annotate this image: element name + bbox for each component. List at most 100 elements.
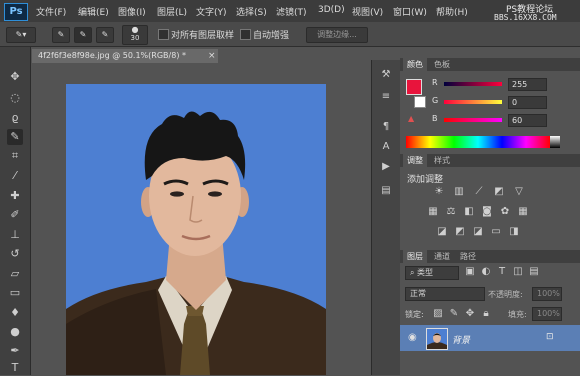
filter-shape-icon[interactable]: ◫: [512, 266, 524, 278]
background-color-swatch[interactable]: [414, 96, 426, 108]
tab-swatches[interactable]: 色板: [430, 58, 454, 71]
layer-thumbnail: [426, 328, 448, 350]
options-bar: ✎▾ ✎ ✎ ✎ ● 30 对所有图层取样 自动增强 调整边缘...: [0, 22, 580, 47]
menu-type[interactable]: 文字(Y): [196, 5, 227, 18]
layer-name[interactable]: 背景: [452, 333, 470, 346]
tools-icon[interactable]: ⚒: [379, 68, 393, 82]
tab-adjustments[interactable]: 调整: [403, 154, 427, 167]
threshold-icon[interactable]: ◪: [472, 226, 484, 238]
grayscale-ramp[interactable]: [550, 136, 560, 148]
gradient-tool-icon[interactable]: ▭: [7, 285, 23, 301]
marquee-tool-icon[interactable]: ◌: [7, 90, 23, 106]
channel-g-label: G: [432, 96, 439, 105]
tool-preset-picker[interactable]: ✎▾: [6, 27, 36, 43]
gradient-map-icon[interactable]: ▭: [490, 226, 502, 238]
tab-paths[interactable]: 路径: [456, 250, 480, 263]
document-canvas[interactable]: [66, 84, 326, 375]
sample-all-layers-checkbox[interactable]: [158, 29, 169, 40]
menu-3d[interactable]: 3D(D): [318, 5, 345, 15]
paragraph-icon[interactable]: ¶: [379, 120, 393, 134]
brush-presets-icon[interactable]: ≡: [379, 90, 393, 104]
menu-layer[interactable]: 图层(L): [157, 5, 187, 18]
auto-enhance-checkbox[interactable]: [240, 29, 251, 40]
menu-image[interactable]: 图像(I): [118, 5, 146, 18]
blur-tool-icon[interactable]: ♦: [7, 305, 23, 321]
b-slider[interactable]: [444, 118, 502, 122]
r-slider[interactable]: [444, 82, 502, 86]
healing-brush-tool-icon[interactable]: ✚: [7, 188, 23, 204]
brightness-contrast-icon[interactable]: ☀: [433, 186, 445, 198]
filter-type-icon[interactable]: T: [496, 266, 508, 278]
play-action-icon[interactable]: ▶: [379, 160, 393, 174]
subtract-selection-icon[interactable]: ✎: [96, 27, 114, 43]
tab-channels[interactable]: 通道: [430, 250, 454, 263]
add-selection-icon[interactable]: ✎: [74, 27, 92, 43]
hue-saturation-icon[interactable]: ▦: [427, 206, 439, 218]
lasso-tool-icon[interactable]: ϱ: [7, 110, 23, 126]
lock-all-icon[interactable]: 🔒︎: [480, 308, 492, 320]
vibrance-icon[interactable]: ▽: [513, 186, 525, 198]
g-value-field[interactable]: 0: [508, 96, 547, 109]
filter-adjustment-icon[interactable]: ◐: [480, 266, 492, 278]
eraser-tool-icon[interactable]: ▱: [7, 266, 23, 282]
photo-filter-icon[interactable]: ◙: [481, 206, 493, 218]
lock-position-icon[interactable]: ✥: [464, 308, 476, 320]
menu-window[interactable]: 窗口(W): [393, 5, 427, 18]
opacity-field[interactable]: 100%: [532, 287, 562, 301]
layer-comps-icon[interactable]: ▤: [379, 184, 393, 198]
menu-file[interactable]: 文件(F): [36, 5, 66, 18]
collapsed-panel-strip: ⚒ ≡ ¶ A ▶ ▤: [371, 60, 401, 375]
refine-edge-button[interactable]: 调整边缘...: [306, 27, 368, 43]
tab-layers[interactable]: 图层: [403, 250, 427, 263]
menu-select[interactable]: 选择(S): [236, 5, 267, 18]
brush-dot-icon: ●: [131, 25, 139, 34]
g-slider[interactable]: [444, 100, 502, 104]
levels-icon[interactable]: ▥: [453, 186, 465, 198]
move-tool-icon[interactable]: ✥: [7, 69, 23, 85]
tab-color[interactable]: 颜色: [403, 58, 427, 71]
layer-row-background[interactable]: ◉ 背景 ⊡: [400, 325, 580, 351]
curves-icon[interactable]: ⟋: [473, 186, 485, 198]
document-tab[interactable]: 4f2f6f3e8f98e.jpg @ 50.1%(RGB/8) *: [32, 49, 218, 63]
b-value-field[interactable]: 60: [508, 114, 547, 127]
menu-edit[interactable]: 编辑(E): [78, 5, 109, 18]
menu-filter[interactable]: 滤镜(T): [276, 5, 307, 18]
r-value-field[interactable]: 255: [508, 78, 547, 91]
filter-pixel-icon[interactable]: ▣: [464, 266, 476, 278]
selective-color-icon[interactable]: ◨: [508, 226, 520, 238]
dodge-tool-icon[interactable]: ●: [7, 324, 23, 340]
filter-smart-object-icon[interactable]: ▤: [528, 266, 540, 278]
close-tab-icon[interactable]: ×: [208, 49, 216, 63]
eyedropper-tool-icon[interactable]: ⁄: [7, 168, 23, 184]
brush-size-picker[interactable]: ● 30: [122, 25, 148, 45]
lock-pixels-icon[interactable]: ✎: [448, 308, 460, 320]
color-balance-icon[interactable]: ⚖: [445, 206, 457, 218]
new-selection-icon[interactable]: ✎: [52, 27, 70, 43]
add-adjustment-title: 添加调整: [407, 175, 444, 185]
color-lookup-icon[interactable]: ▦: [517, 206, 529, 218]
invert-icon[interactable]: ◪: [436, 226, 448, 238]
character-icon[interactable]: A: [379, 140, 393, 154]
quick-selection-tool-icon[interactable]: ✎: [7, 129, 23, 145]
black-white-icon[interactable]: ◧: [463, 206, 475, 218]
type-tool-icon[interactable]: T: [7, 360, 23, 376]
menu-view[interactable]: 视图(V): [352, 5, 383, 18]
history-brush-tool-icon[interactable]: ↺: [7, 246, 23, 262]
color-spectrum-bar[interactable]: [406, 136, 550, 148]
exposure-icon[interactable]: ◩: [493, 186, 505, 198]
layer-visibility-eye-icon[interactable]: ◉: [408, 332, 417, 343]
channel-mixer-icon[interactable]: ✿: [499, 206, 511, 218]
brush-tool-icon[interactable]: ✐: [7, 207, 23, 223]
fill-field[interactable]: 100%: [532, 307, 562, 321]
pen-tool-icon[interactable]: ✒: [7, 343, 23, 359]
clone-stamp-tool-icon[interactable]: ⊥: [7, 227, 23, 243]
lock-transparent-icon[interactable]: ▨: [432, 308, 444, 320]
menu-help[interactable]: 帮助(H): [436, 5, 468, 18]
blend-mode-select[interactable]: 正常: [405, 287, 485, 301]
foreground-color-swatch[interactable]: [406, 79, 422, 95]
crop-tool-icon[interactable]: ⌗: [7, 148, 23, 164]
right-panels: 颜色 色板 R 255 G 0 ▲ B 60 调整 样式 添加调整 ☀ ▥ ⟋ …: [400, 50, 580, 375]
posterize-icon[interactable]: ◩: [454, 226, 466, 238]
tab-styles[interactable]: 样式: [430, 154, 454, 167]
layer-filter-kind[interactable]: ⌕ 类型: [405, 266, 459, 280]
